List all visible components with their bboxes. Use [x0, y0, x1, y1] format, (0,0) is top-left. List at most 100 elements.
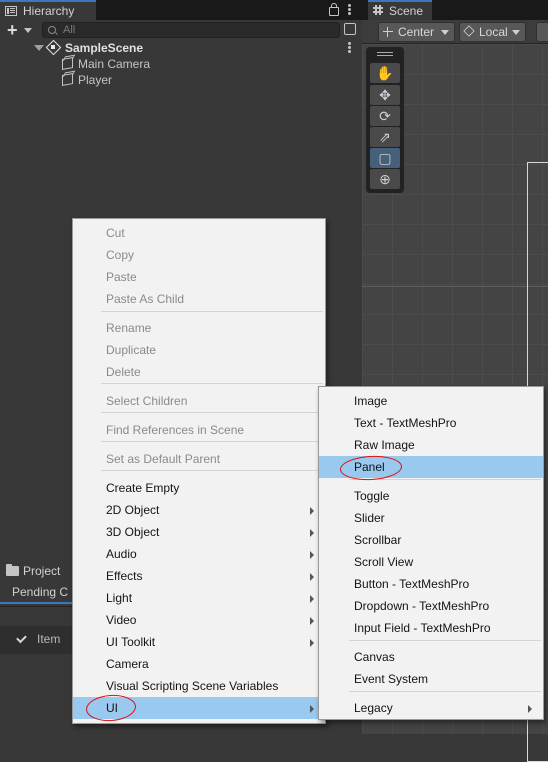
hierarchy-icon: [5, 6, 17, 16]
menu-separator: [349, 691, 541, 692]
scene-overflow-button[interactable]: [536, 22, 548, 42]
ui-menu-item-event-system[interactable]: Event System: [319, 668, 543, 690]
menu-item-light[interactable]: Light: [73, 587, 325, 609]
chevron-right-icon: [310, 705, 314, 713]
pivot-rotation-dropdown[interactable]: Local: [459, 22, 526, 42]
ui-menu-item-dropdown-textmeshpro[interactable]: Dropdown - TextMeshPro: [319, 595, 543, 617]
ui-menu-item-input-field-textmeshpro[interactable]: Input Field - TextMeshPro: [319, 617, 543, 639]
ui-menu-item-text-textmeshpro[interactable]: Text - TextMeshPro: [319, 412, 543, 434]
menu-item-visual-scripting-scene-variables[interactable]: Visual Scripting Scene Variables: [73, 675, 325, 697]
menu-item-3d-object[interactable]: 3D Object: [73, 521, 325, 543]
hierarchy-search-input[interactable]: All: [42, 22, 340, 38]
scale-tool-button[interactable]: ⇗: [370, 127, 400, 147]
rect-transform-icon: ▢: [378, 150, 392, 166]
lock-icon[interactable]: [329, 3, 339, 16]
pivot-mode-dropdown[interactable]: Center: [378, 22, 455, 42]
menu-item-duplicate: Duplicate: [73, 339, 325, 361]
move-tool-button[interactable]: ✥: [370, 85, 400, 105]
menu-item-effects[interactable]: Effects: [73, 565, 325, 587]
menu-separator: [349, 640, 541, 641]
local-rotation-icon: [463, 25, 475, 37]
scene-tools-overlay: ✋ ✥ ⟳ ⇗ ▢ ⊕: [366, 47, 404, 193]
menu-item-label: Camera: [106, 657, 149, 671]
menu-item-camera[interactable]: Camera: [73, 653, 325, 675]
menu-item-label: Set as Default Parent: [106, 452, 221, 466]
pivot-rotation-label: Local: [479, 25, 508, 39]
hierarchy-item-main-camera[interactable]: Main Camera: [78, 56, 150, 72]
rotate-tool-button[interactable]: ⟳: [370, 106, 400, 126]
menu-item-cut: Cut: [73, 222, 325, 244]
scene-root-item[interactable]: SampleScene: [65, 40, 143, 56]
ui-menu-item-button-textmeshpro[interactable]: Button - TextMeshPro: [319, 573, 543, 595]
hierarchy-item-player[interactable]: Player: [78, 72, 112, 88]
transform-tool-button[interactable]: ⊕: [370, 169, 400, 189]
menu-item-label: Rename: [106, 321, 152, 335]
ui-menu-item-scroll-view[interactable]: Scroll View: [319, 551, 543, 573]
ui-menu-item-slider[interactable]: Slider: [319, 507, 543, 529]
chevron-right-icon: [310, 551, 314, 559]
chevron-down-icon: [512, 30, 520, 35]
menu-separator: [101, 470, 323, 471]
menu-item-audio[interactable]: Audio: [73, 543, 325, 565]
scene-tab-label: Scene: [389, 4, 424, 18]
project-tab[interactable]: Project: [0, 562, 72, 582]
hand-icon: ✋: [376, 65, 394, 81]
menu-item-copy: Copy: [73, 244, 325, 266]
create-dropdown-button[interactable]: +: [4, 21, 34, 39]
scene-name-label: SampleScene: [65, 41, 144, 55]
menu-item-rename: Rename: [73, 317, 325, 339]
checkmark-icon[interactable]: [15, 633, 27, 645]
chevron-down-icon: [24, 28, 32, 33]
pending-changes-tab-label: Pending C: [12, 585, 69, 599]
scale-icon: ⇗: [379, 129, 391, 145]
ui-menu-item-legacy[interactable]: Legacy: [319, 697, 543, 719]
unity-scene-icon: [47, 41, 59, 53]
menu-item-label: Scrollbar: [354, 533, 402, 547]
hierarchy-tab-label: Hierarchy: [23, 4, 75, 18]
menu-item-label: Dropdown - TextMeshPro: [354, 599, 490, 613]
scene-tab[interactable]: Scene: [368, 0, 432, 20]
menu-item-ui-toolkit[interactable]: UI Toolkit: [73, 631, 325, 653]
chevron-right-icon: [310, 595, 314, 603]
pending-item-row[interactable]: [0, 626, 72, 654]
menu-item-create-empty[interactable]: Create Empty: [73, 477, 325, 499]
pending-changes-tab[interactable]: Pending C: [0, 582, 72, 604]
menu-item-label: Slider: [354, 511, 385, 525]
menu-item-2d-object[interactable]: 2D Object: [73, 499, 325, 521]
gameobject-cube-icon: [62, 57, 73, 70]
ui-menu-item-canvas[interactable]: Canvas: [319, 646, 543, 668]
chevron-right-icon: [310, 617, 314, 625]
menu-item-paste-as-child: Paste As Child: [73, 288, 325, 310]
chevron-down-icon: [441, 30, 449, 35]
chevron-right-icon: [310, 639, 314, 647]
menu-item-label: Paste: [106, 270, 137, 284]
ui-menu-item-toggle[interactable]: Toggle: [319, 485, 543, 507]
menu-item-paste: Paste: [73, 266, 325, 288]
ui-menu-item-image[interactable]: Image: [319, 390, 543, 412]
menu-item-select-children: Select Children: [73, 390, 325, 412]
menu-item-label: Paste As Child: [106, 292, 185, 306]
menu-separator: [101, 311, 323, 312]
search-icon: [48, 26, 56, 34]
search-filter-icon[interactable]: [344, 23, 356, 35]
scene-grid-axis: [362, 286, 548, 287]
hierarchy-menu-kebab-icon[interactable]: [348, 4, 351, 15]
ui-menu-item-raw-image[interactable]: Raw Image: [319, 434, 543, 456]
scene-foldout-icon[interactable]: [34, 45, 44, 51]
menu-item-label: Legacy: [354, 701, 393, 715]
overlay-drag-handle[interactable]: [370, 50, 400, 58]
menu-item-label: Event System: [354, 672, 429, 686]
hierarchy-context-menu: Cut Copy Paste Paste As Child Rename Duplicat…: [72, 218, 326, 724]
menu-item-label: Create Empty: [106, 481, 180, 495]
view-tool-button[interactable]: ✋: [370, 63, 400, 83]
menu-item-label: 3D Object: [106, 525, 160, 539]
ui-menu-item-scrollbar[interactable]: Scrollbar: [319, 529, 543, 551]
pivot-center-icon: [383, 27, 393, 37]
menu-item-video[interactable]: Video: [73, 609, 325, 631]
rect-tool-button[interactable]: ▢: [370, 148, 400, 168]
menu-separator: [101, 412, 323, 413]
hierarchy-tab[interactable]: Hierarchy: [0, 0, 96, 20]
menu-item-label: Button - TextMeshPro: [354, 577, 470, 591]
scene-menu-kebab-icon[interactable]: [348, 42, 351, 53]
scene-grid-icon: [373, 5, 383, 15]
